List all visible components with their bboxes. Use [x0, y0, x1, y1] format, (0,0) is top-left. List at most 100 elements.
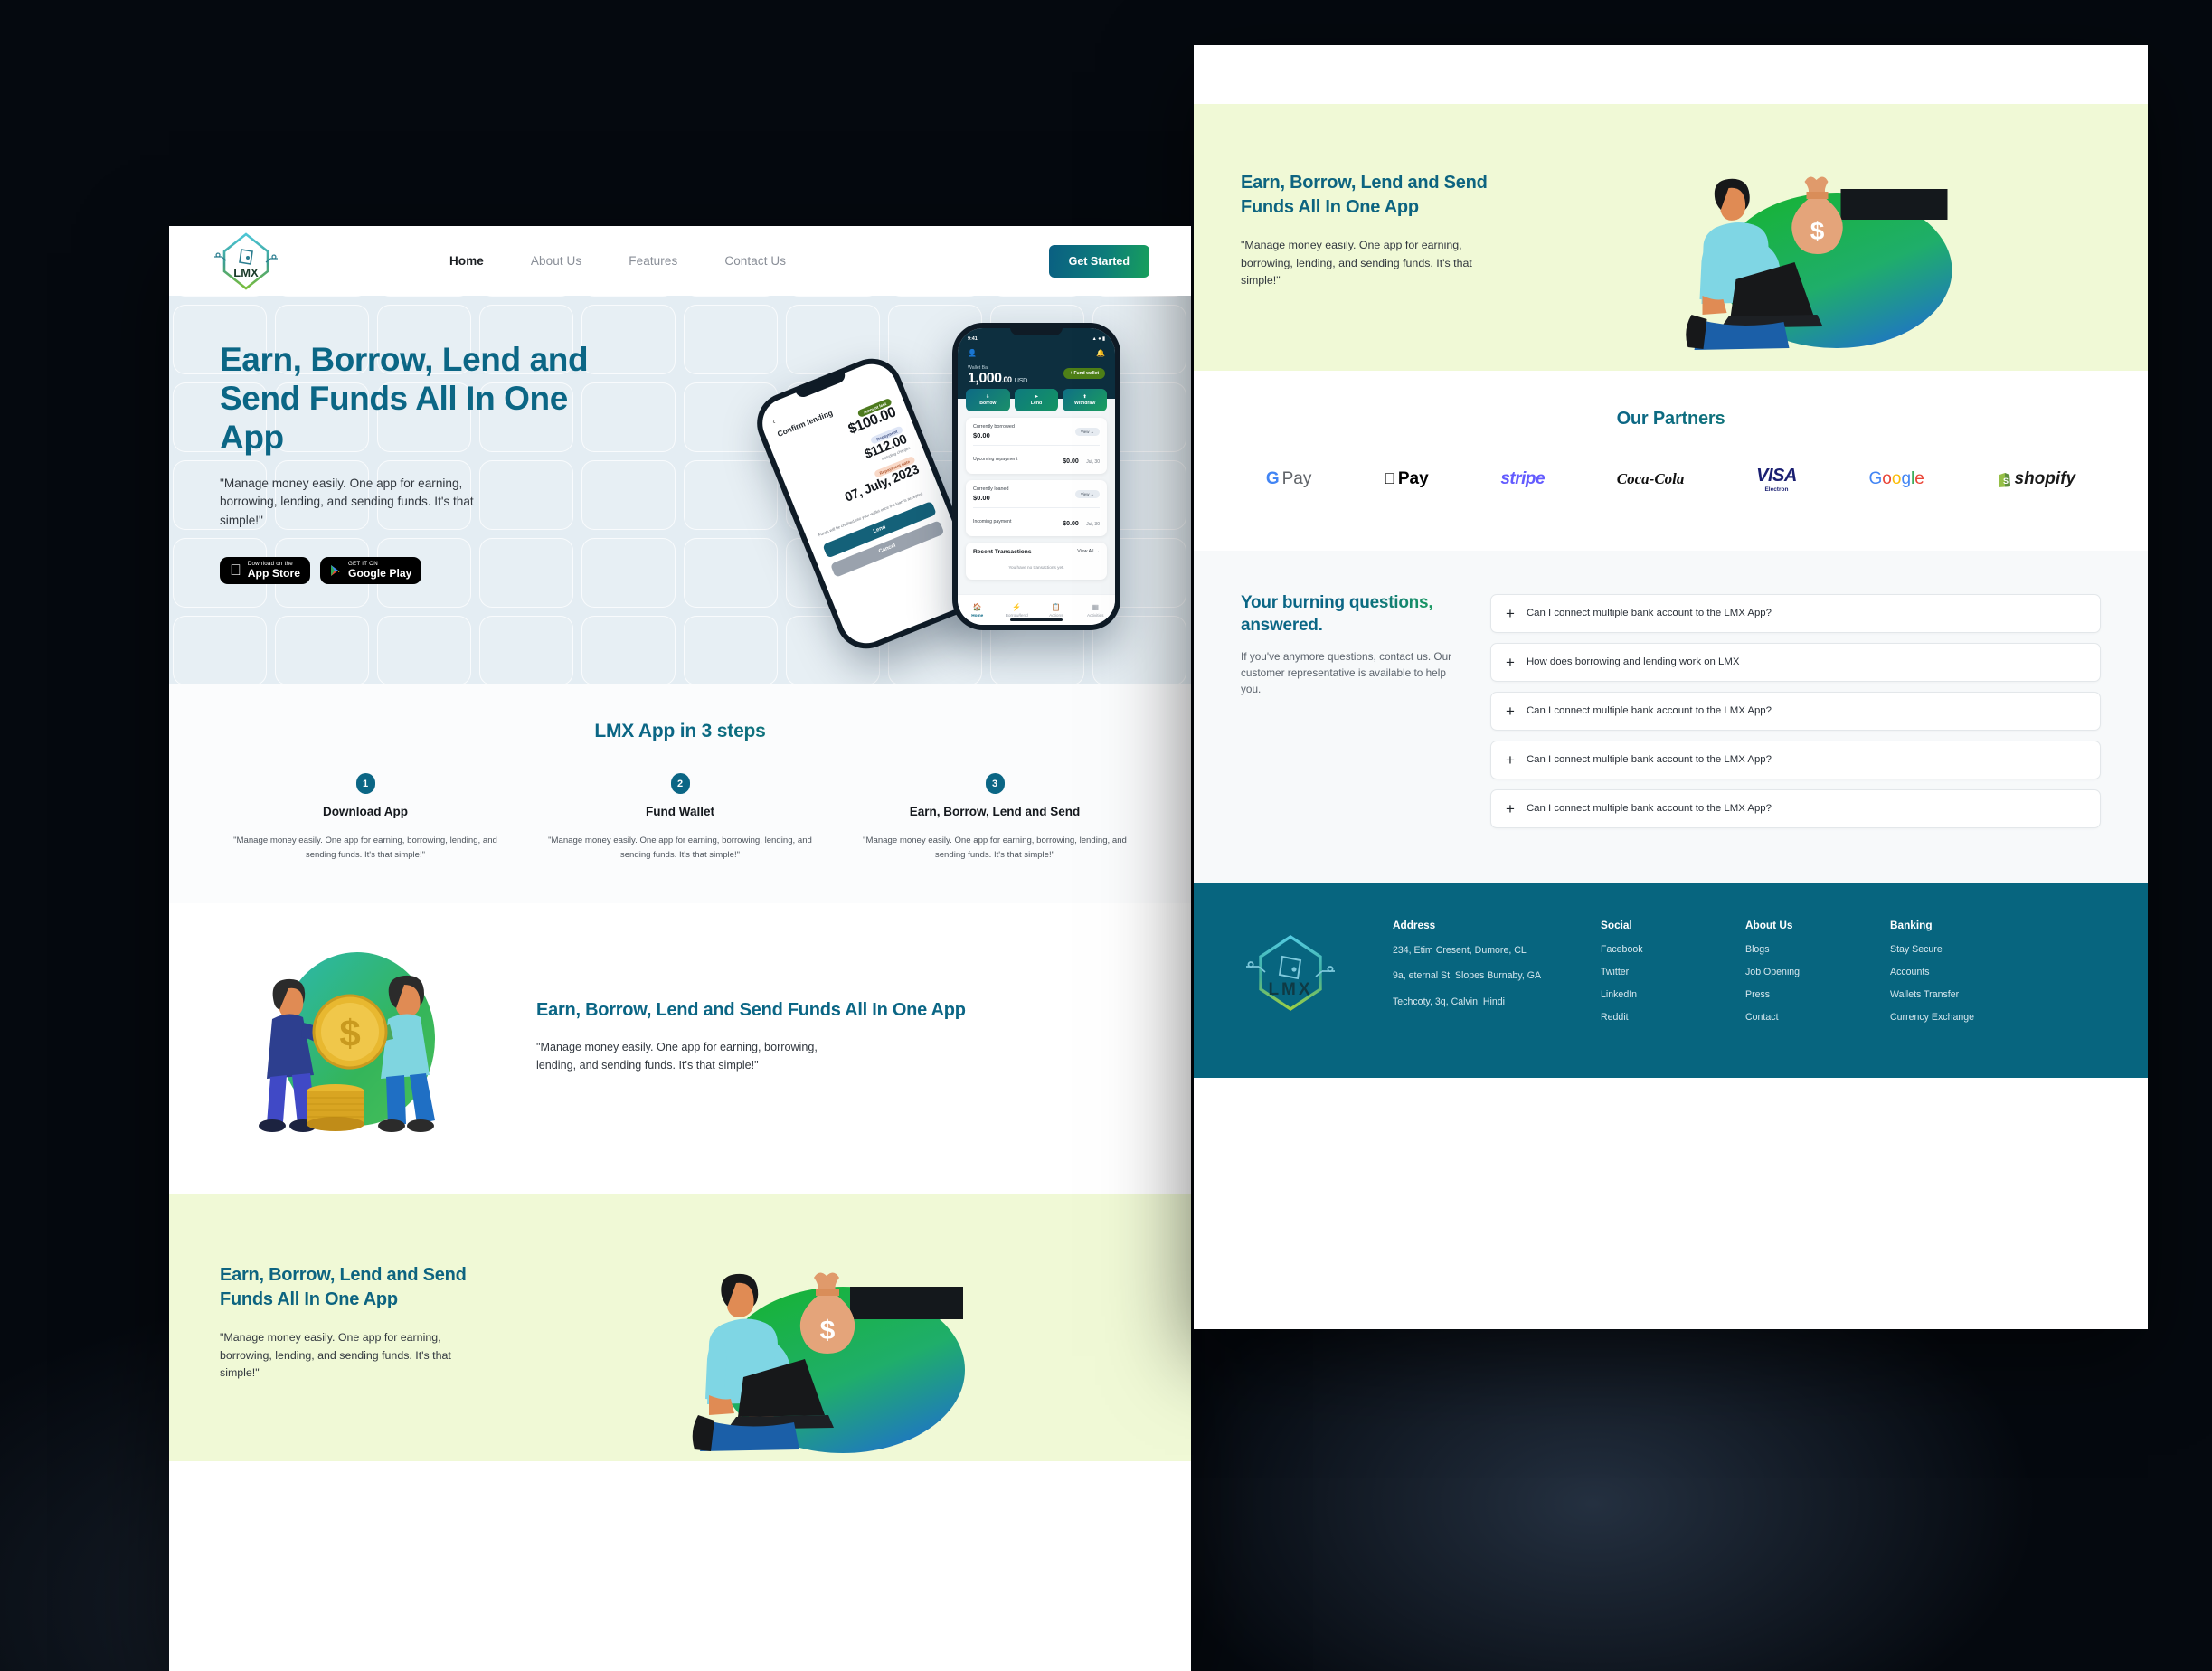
profile-icon[interactable]: 👤 [968, 349, 977, 357]
nav-link-home[interactable]: Home [449, 254, 484, 268]
footer-link-accounts[interactable]: Accounts [1890, 967, 2008, 977]
svg-text:S: S [2003, 477, 2009, 486]
footer-link-blogs[interactable]: Blogs [1745, 944, 1863, 955]
lmx-logo[interactable]: LMX [211, 230, 281, 293]
partners-title: Our Partners [1194, 409, 2148, 430]
tab-home[interactable]: 🏠 Home [958, 595, 997, 625]
feature-heading: Earn, Borrow, Lend and Send Funds All In… [536, 1000, 966, 1021]
home-icon: 🏠 [972, 602, 982, 611]
footer-link-contact[interactable]: Contact [1745, 1012, 1863, 1023]
faq-item[interactable]: + Can I connect multiple bank account to… [1490, 789, 2101, 828]
promo-heading-right: Earn, Borrow, Lend and Send Funds All In… [1241, 173, 1488, 218]
promo-heading: Earn, Borrow, Lend and Send Funds All In… [220, 1265, 467, 1310]
recent-transactions-card: Recent Transactions View All → You have … [966, 542, 1107, 580]
faq-item[interactable]: + Can I connect multiple bank account to… [1490, 741, 2101, 779]
footer-link-stay-secure[interactable]: Stay Secure [1890, 944, 2008, 955]
faq-question: How does borrowing and lending work on L… [1526, 656, 1740, 668]
steps-title: LMX App in 3 steps [220, 721, 1140, 742]
shopify-bag-icon: S [1997, 471, 2012, 488]
phone-mockups: ‹ Confirm lending Amount lent $100.00 Re… [747, 310, 1171, 663]
borrowed-card: Currently borrowed $0.00 View → Upcoming… [966, 417, 1107, 474]
withdraw-icon: ⬆ [1082, 393, 1087, 400]
faq-item[interactable]: + Can I connect multiple bank account to… [1490, 692, 2101, 731]
visa-electron-logo: VISA Electron [1752, 466, 1797, 493]
footer-lmx-logo[interactable]: LMX [1241, 926, 1340, 1021]
balance-currency: USD [1014, 376, 1028, 384]
bolt-icon: ⚡ [1012, 602, 1022, 611]
status-time: 9:41 [968, 336, 978, 342]
plus-icon: + [1506, 605, 1515, 622]
plus-icon: + [1506, 703, 1515, 720]
gpay-logo: G Pay [1265, 469, 1312, 488]
upcoming-repayment-label: Upcoming repayment [973, 456, 1018, 462]
right-panel-top-spacer [1194, 45, 2148, 104]
faq-item[interactable]: + Can I connect multiple bank account to… [1490, 594, 2101, 633]
loaned-card: Currently loaned $0.00 View → Incoming p… [966, 479, 1107, 536]
borrow-action[interactable]: ⬇ Borrow [966, 388, 1010, 411]
footer-link-currency-exchange[interactable]: Currency Exchange [1890, 1012, 2008, 1023]
view-all-link[interactable]: View All → [1077, 549, 1100, 554]
apple-icon:  [1384, 470, 1395, 488]
fund-wallet-button[interactable]: + Fund wallet [1063, 368, 1105, 379]
nav-link-features[interactable]: Features [629, 254, 677, 268]
step-heading: Earn, Borrow, Lend and Send [909, 805, 1081, 818]
footer-about-column: About Us Blogs Job Opening Press Contact [1745, 919, 1863, 1034]
status-icons: ▲ ● ▮ [1092, 336, 1105, 342]
footer-social-column: Social Facebook Twitter LinkedIn Reddit [1601, 919, 1718, 1034]
man-laptop-money-illustration: $ [509, 1243, 1140, 1456]
tab-activities[interactable]: ▦ Activities [1076, 595, 1116, 625]
faq-item[interactable]: + How does borrowing and lending work on… [1490, 643, 2101, 682]
incoming-payment-label: Incoming payment [973, 518, 1012, 524]
lend-action[interactable]: ➤ Lend [1014, 388, 1059, 411]
app-store-badge[interactable]:  Download on the App Store [220, 556, 310, 584]
borrowed-view-button[interactable]: View → [1074, 427, 1100, 436]
app-store-big: App Store [236, 566, 300, 580]
footer-link-linkedin[interactable]: LinkedIn [1601, 989, 1718, 1000]
send-icon: ➤ [1034, 393, 1039, 400]
nav-link-contact-us[interactable]: Contact Us [724, 254, 786, 268]
loaned-view-button[interactable]: View → [1074, 489, 1100, 498]
clipboard-icon: 📋 [1051, 602, 1061, 611]
step-body: "Manage money easily. One app for earnin… [863, 836, 1127, 860]
man-laptop-money-illustration-right: $ [1521, 151, 2101, 363]
footer-address-line: Techcoty, 3q, Calvin, Hindi [1393, 996, 1506, 1007]
footer-link-job-opening[interactable]: Job Opening [1745, 967, 1863, 977]
footer-banking-column: Banking Stay Secure Accounts Wallets Tra… [1890, 919, 2008, 1034]
shopify-logo: S shopify [1997, 469, 2075, 489]
footer-logo-text: LMX [1268, 980, 1312, 999]
footer-link-twitter[interactable]: Twitter [1601, 967, 1718, 977]
get-started-button[interactable]: Get Started [1048, 244, 1149, 278]
google-play-badge[interactable]: GET IT ON Google Play [319, 556, 422, 584]
feature-section: $ Earn, Borrow, Lend and Send Funds All … [169, 903, 1191, 1195]
apple-pay-logo:  Pay [1384, 469, 1429, 489]
recent-transactions-title: Recent Transactions [973, 548, 1032, 555]
two-men-coin-illustration: $ [220, 932, 491, 1140]
store-badges:  Download on the App Store [220, 556, 594, 584]
faq-question: Can I connect multiple bank account to t… [1526, 754, 1772, 766]
svg-text:$: $ [339, 1012, 360, 1054]
coca-cola-logo: Coca-Cola [1611, 470, 1685, 487]
step-heading: Fund Wallet [646, 805, 714, 818]
stripe-logo: stripe [1493, 469, 1545, 488]
faq-question: Can I connect multiple bank account to t… [1526, 608, 1772, 619]
partners-logos: G Pay  Pay stripe Coca-Cola VISA Electr… [1194, 466, 2148, 493]
footer-address-line: 234, Etim Cresent, Dumore, CL [1393, 945, 1527, 956]
borrowed-label: Currently borrowed [973, 423, 1015, 430]
faq-accordion: + Can I connect multiple bank account to… [1490, 592, 2101, 828]
borrow-icon: ⬇ [986, 393, 990, 400]
plus-icon: + [1506, 751, 1515, 769]
footer-link-facebook[interactable]: Facebook [1601, 944, 1718, 955]
promo-section-right: Earn, Borrow, Lend and Send Funds All In… [1194, 104, 2148, 371]
bell-icon[interactable]: 🔔 [1096, 349, 1105, 357]
faq-section: Your burning questions, answered. If you… [1194, 551, 2148, 883]
feature-body: "Manage money easily. One app for earnin… [536, 1041, 818, 1072]
google-play-icon [330, 564, 342, 577]
footer-link-press[interactable]: Press [1745, 989, 1863, 1000]
nav-link-about-us[interactable]: About Us [531, 254, 581, 268]
withdraw-action[interactable]: ⬆ Withdraw [1063, 388, 1108, 411]
footer-link-wallets-transfer[interactable]: Wallets Transfer [1890, 989, 2008, 1000]
step-number: 2 [670, 773, 690, 794]
footer-link-reddit[interactable]: Reddit [1601, 1012, 1718, 1023]
balance-dec: .00 [1001, 375, 1013, 384]
navbar: LMX Home About Us Features Contact Us Ge… [169, 226, 1191, 296]
